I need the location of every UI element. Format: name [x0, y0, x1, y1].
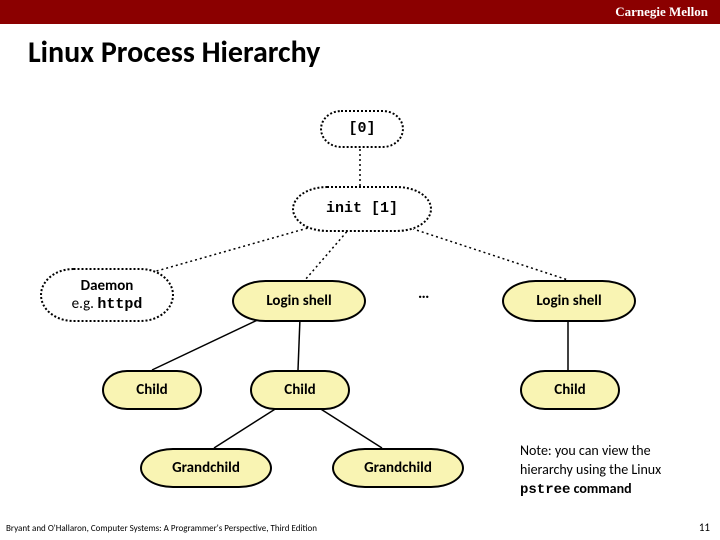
footer-citation: Bryant and O'Hallaron, Computer Systems:… [6, 523, 317, 534]
node-daemon-line2: e.g. httpd [72, 295, 143, 314]
node-child-1-label: Child [136, 381, 167, 399]
node-child-1: Child [102, 370, 202, 410]
node-child-3-label: Child [554, 381, 585, 399]
slide-title: Linux Process Hierarchy [28, 34, 320, 71]
node-init: init [1] [292, 186, 432, 232]
header-bar: Carnegie Mellon [0, 0, 720, 24]
node-login-1: Login shell [232, 280, 366, 322]
node-root-label: [0] [348, 120, 375, 138]
node-child-2-label: Child [284, 381, 315, 399]
node-login-2-label: Login shell [536, 292, 601, 310]
node-grandchild-2: Grandchild [332, 448, 464, 488]
node-grandchild-2-label: Grandchild [364, 459, 432, 477]
node-daemon-line1: Daemon [81, 277, 134, 295]
node-init-label: init [1] [326, 200, 398, 218]
note-text: Note: you can view the hierarchy using t… [520, 442, 710, 500]
node-grandchild-1: Grandchild [140, 448, 272, 488]
node-child-3: Child [520, 370, 620, 410]
node-daemon: Daemon e.g. httpd [40, 268, 174, 322]
node-login-1-label: Login shell [266, 292, 331, 310]
node-root: [0] [320, 110, 404, 148]
node-child-2: Child [250, 370, 350, 410]
node-grandchild-1-label: Grandchild [172, 459, 240, 477]
node-login-2: Login shell [502, 280, 636, 322]
ellipsis: … [418, 284, 429, 303]
page-number: 11 [699, 521, 710, 534]
header-org: Carnegie Mellon [615, 4, 708, 20]
